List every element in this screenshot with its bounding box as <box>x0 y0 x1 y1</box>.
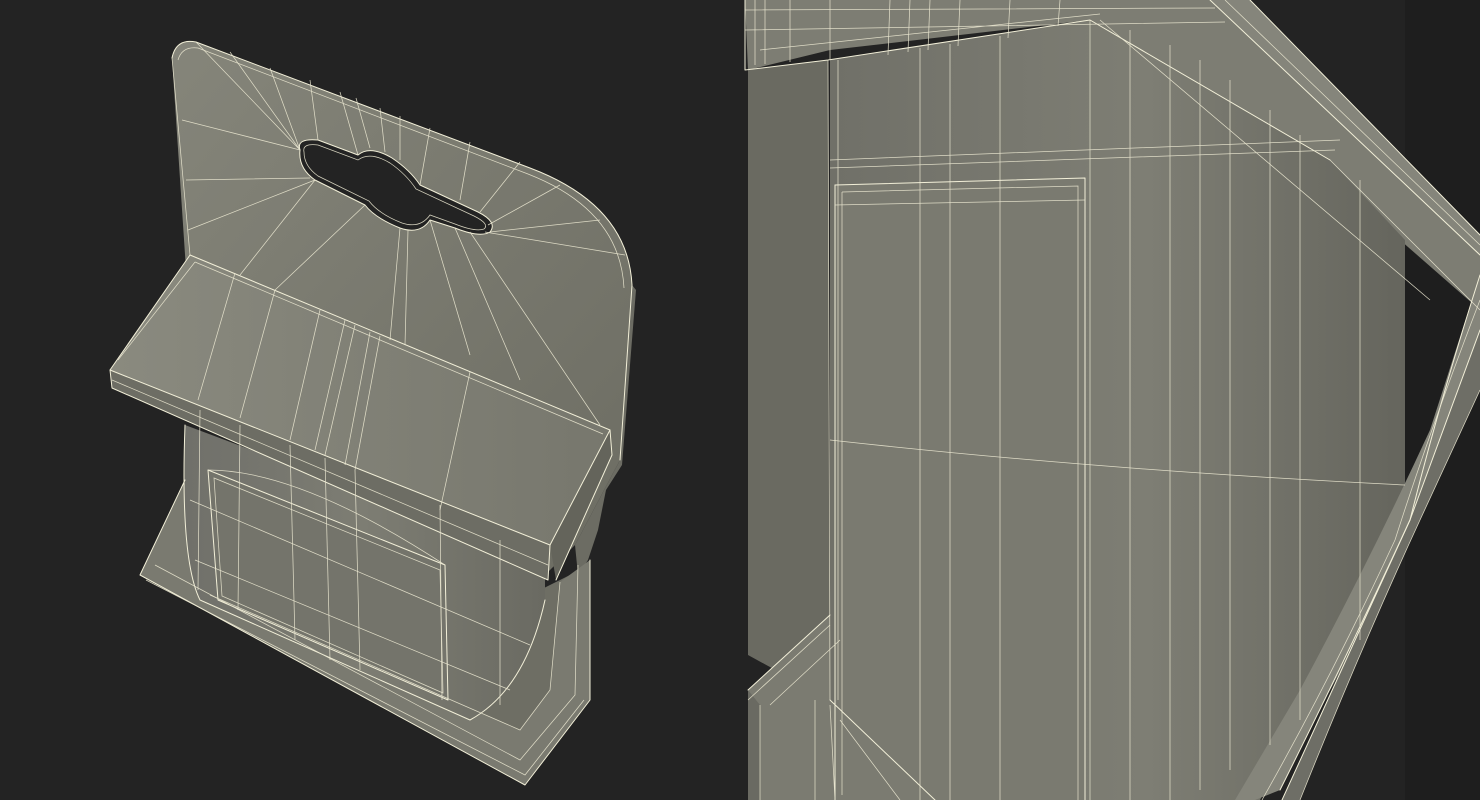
left-view-package <box>109 40 636 786</box>
label-panel <box>835 178 1085 800</box>
render-canvas <box>0 0 1480 800</box>
wireframe-render <box>109 0 1480 800</box>
right-view-closeup <box>744 0 1480 800</box>
